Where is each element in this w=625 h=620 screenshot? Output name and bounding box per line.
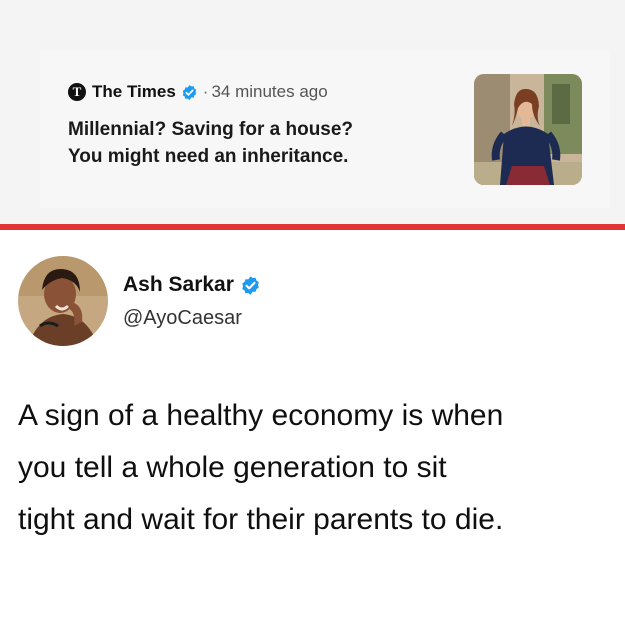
news-preview-area: T The Times · 34 minutes ago Millennial?… xyxy=(0,0,625,224)
times-logo-icon: T xyxy=(68,83,86,101)
tweet-handle[interactable]: @AyoCaesar xyxy=(123,306,242,330)
author-name: Ash Sarkar xyxy=(123,273,234,296)
news-source-row: T The Times · 34 minutes ago xyxy=(68,82,328,102)
news-source-name: The Times xyxy=(92,82,176,101)
avatar[interactable] xyxy=(18,256,108,346)
tweet-text: A sign of a healthy economy is when you … xyxy=(18,399,504,536)
tweet-author[interactable]: Ash Sarkar xyxy=(123,272,261,298)
verified-badge-icon xyxy=(182,84,197,100)
news-headline[interactable]: Millennial? Saving for a house? You migh… xyxy=(68,116,468,170)
news-card[interactable]: T The Times · 34 minutes ago Millennial?… xyxy=(40,50,610,208)
separator-dot: · xyxy=(202,82,209,101)
verified-badge-icon xyxy=(242,275,259,295)
red-divider xyxy=(0,224,625,230)
news-thumbnail[interactable] xyxy=(474,74,582,185)
news-time: 34 minutes ago xyxy=(211,82,328,101)
